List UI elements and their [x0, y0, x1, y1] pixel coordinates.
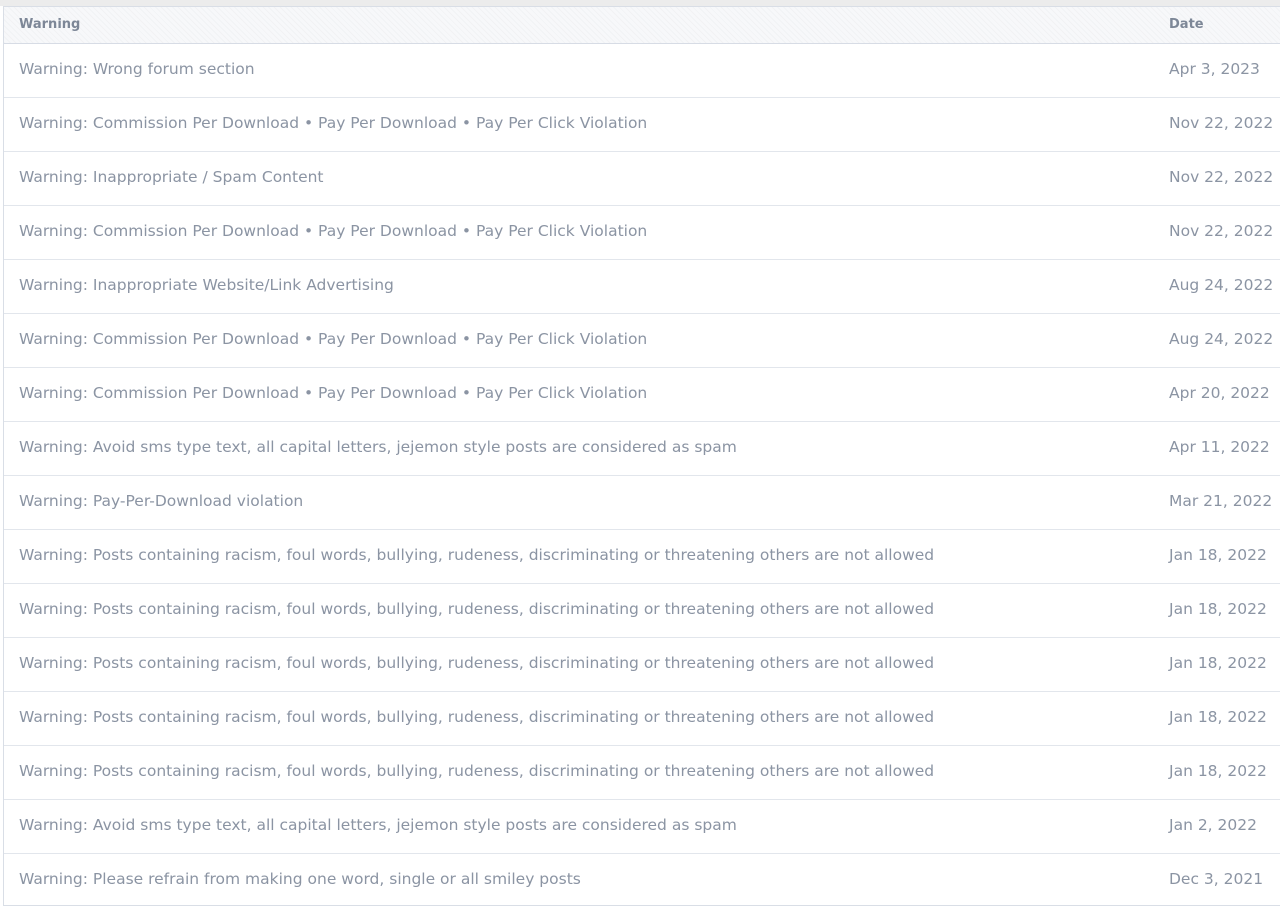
table-row[interactable]: Warning: Pay-Per-Download violation Mar … — [4, 476, 1280, 530]
table-row[interactable]: Warning: Avoid sms type text, all capita… — [4, 800, 1280, 854]
header-warning: Warning — [19, 17, 81, 32]
date-cell: Jan 18, 2022 — [1169, 708, 1267, 726]
warning-cell[interactable]: Warning: Posts containing racism, foul w… — [19, 546, 934, 564]
warning-cell[interactable]: Warning: Inappropriate / Spam Content — [19, 168, 324, 186]
date-cell: Aug 24, 2022 — [1169, 276, 1274, 294]
warning-cell[interactable]: Warning: Commission Per Download • Pay P… — [19, 330, 647, 348]
table-row[interactable]: Warning: Avoid sms type text, all capita… — [4, 422, 1280, 476]
date-cell: Nov 22, 2022 — [1169, 168, 1274, 186]
warning-cell[interactable]: Warning: Avoid sms type text, all capita… — [19, 816, 737, 834]
date-cell: Jan 18, 2022 — [1169, 546, 1267, 564]
date-cell: Apr 11, 2022 — [1169, 438, 1270, 456]
date-cell: Apr 3, 2023 — [1169, 60, 1260, 78]
warnings-table: Warning Date Warning: Wrong forum sectio… — [3, 6, 1280, 906]
date-cell: Mar 21, 2022 — [1169, 492, 1273, 510]
date-cell: Dec 3, 2021 — [1169, 870, 1264, 888]
date-cell: Jan 18, 2022 — [1169, 762, 1267, 780]
warning-cell[interactable]: Warning: Commission Per Download • Pay P… — [19, 222, 647, 240]
warning-cell[interactable]: Warning: Wrong forum section — [19, 60, 255, 78]
warning-cell[interactable]: Warning: Posts containing racism, foul w… — [19, 762, 934, 780]
table-row[interactable]: Warning: Please refrain from making one … — [4, 854, 1280, 908]
date-cell: Aug 24, 2022 — [1169, 330, 1274, 348]
date-cell: Jan 2, 2022 — [1169, 816, 1257, 834]
warning-cell[interactable]: Warning: Pay-Per-Download violation — [19, 492, 303, 510]
table-row[interactable]: Warning: Posts containing racism, foul w… — [4, 638, 1280, 692]
table-header: Warning Date — [4, 7, 1280, 44]
table-row[interactable]: Warning: Wrong forum section Apr 3, 2023 — [4, 44, 1280, 98]
warning-cell[interactable]: Warning: Avoid sms type text, all capita… — [19, 438, 737, 456]
table-row[interactable]: Warning: Posts containing racism, foul w… — [4, 692, 1280, 746]
warning-cell[interactable]: Warning: Posts containing racism, foul w… — [19, 600, 934, 618]
warning-cell[interactable]: Warning: Posts containing racism, foul w… — [19, 654, 934, 672]
date-cell: Jan 18, 2022 — [1169, 600, 1267, 618]
date-cell: Jan 18, 2022 — [1169, 654, 1267, 672]
table-row[interactable]: Warning: Inappropriate / Spam Content No… — [4, 152, 1280, 206]
table-row[interactable]: Warning: Inappropriate Website/Link Adve… — [4, 260, 1280, 314]
warning-cell[interactable]: Warning: Commission Per Download • Pay P… — [19, 384, 647, 402]
header-date: Date — [1169, 17, 1204, 32]
date-cell: Nov 22, 2022 — [1169, 114, 1274, 132]
warning-cell[interactable]: Warning: Posts containing racism, foul w… — [19, 708, 934, 726]
table-row[interactable]: Warning: Commission Per Download • Pay P… — [4, 368, 1280, 422]
table-row[interactable]: Warning: Posts containing racism, foul w… — [4, 530, 1280, 584]
table-row[interactable]: Warning: Posts containing racism, foul w… — [4, 584, 1280, 638]
warning-cell[interactable]: Warning: Please refrain from making one … — [19, 870, 581, 888]
table-row[interactable]: Warning: Commission Per Download • Pay P… — [4, 206, 1280, 260]
date-cell: Nov 22, 2022 — [1169, 222, 1274, 240]
table-row[interactable]: Warning: Posts containing racism, foul w… — [4, 746, 1280, 800]
table-row[interactable]: Warning: Commission Per Download • Pay P… — [4, 314, 1280, 368]
date-cell: Apr 20, 2022 — [1169, 384, 1270, 402]
warning-cell[interactable]: Warning: Inappropriate Website/Link Adve… — [19, 276, 394, 294]
warning-cell[interactable]: Warning: Commission Per Download • Pay P… — [19, 114, 647, 132]
table-row[interactable]: Warning: Commission Per Download • Pay P… — [4, 98, 1280, 152]
